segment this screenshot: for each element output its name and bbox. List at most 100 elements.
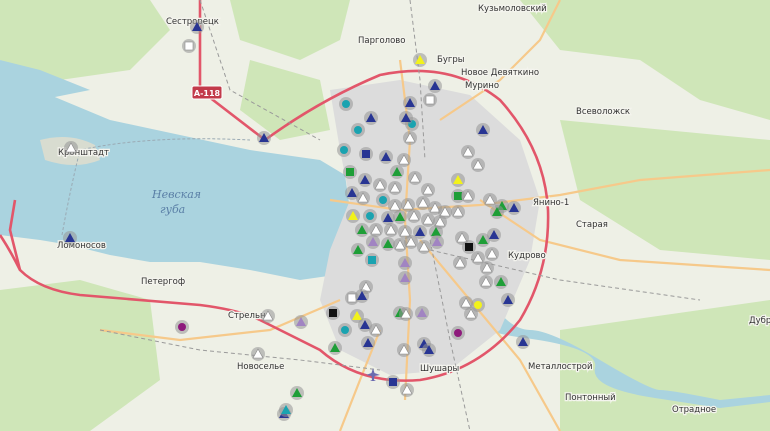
map-marker[interactable] — [403, 131, 417, 145]
map-marker[interactable] — [453, 256, 467, 270]
map-marker[interactable] — [251, 347, 265, 361]
map-marker[interactable] — [461, 189, 475, 203]
map-marker[interactable] — [451, 205, 465, 219]
map-marker[interactable] — [398, 256, 412, 270]
map-marker[interactable] — [462, 240, 476, 254]
map-marker[interactable] — [408, 171, 422, 185]
map-marker[interactable] — [400, 383, 414, 397]
map-marker[interactable] — [294, 315, 308, 329]
map-marker[interactable] — [381, 237, 395, 251]
map-marker[interactable] — [397, 343, 411, 357]
map-marker[interactable] — [257, 131, 271, 145]
map-marker[interactable] — [64, 141, 78, 155]
map-marker[interactable] — [175, 320, 189, 334]
map-marker[interactable] — [476, 123, 490, 137]
map-marker[interactable] — [373, 178, 387, 192]
map-marker[interactable] — [494, 275, 508, 289]
map-marker[interactable] — [386, 375, 400, 389]
map-marker[interactable] — [388, 181, 402, 195]
map-marker[interactable] — [261, 309, 275, 323]
map-marker[interactable] — [279, 403, 293, 417]
label-yanino: Янино-1 — [533, 198, 569, 208]
label-nevskaya-guba-2: губа — [160, 203, 185, 216]
label-kudrovo: Кудрово — [508, 251, 546, 261]
label-murino: Мурино — [465, 81, 499, 91]
map-marker[interactable] — [356, 191, 370, 205]
map-marker[interactable] — [355, 289, 369, 303]
map-marker[interactable] — [63, 231, 77, 245]
label-pontonny: Понтонный — [565, 393, 616, 403]
map-marker[interactable] — [423, 93, 437, 107]
map-marker[interactable] — [338, 323, 352, 337]
map-marker[interactable] — [182, 39, 196, 53]
map-marker[interactable] — [399, 111, 413, 125]
map-marker[interactable] — [461, 145, 475, 159]
map-marker[interactable] — [346, 209, 360, 223]
map-marker[interactable] — [471, 158, 485, 172]
map-marker[interactable] — [326, 306, 340, 320]
map-marker[interactable] — [490, 205, 504, 219]
map-marker[interactable] — [464, 307, 478, 321]
map-marker[interactable] — [337, 143, 351, 157]
basemap: А-118 Сестрорецк Парголово Кузьмоловский… — [0, 0, 770, 431]
map-marker[interactable] — [381, 211, 395, 225]
label-vsevolozhsk: Всеволожск — [576, 107, 630, 117]
map-marker[interactable] — [351, 243, 365, 257]
road-shield-a118: А-118 — [191, 85, 223, 100]
map-marker[interactable] — [339, 97, 353, 111]
road-shield-label: А-118 — [194, 89, 221, 98]
map-marker[interactable] — [397, 153, 411, 167]
map-marker[interactable] — [190, 20, 204, 34]
map-marker[interactable] — [366, 235, 380, 249]
map-marker[interactable] — [399, 307, 413, 321]
map-marker[interactable] — [365, 253, 379, 267]
map-marker[interactable] — [421, 213, 435, 227]
map-marker[interactable] — [343, 165, 357, 179]
map-marker[interactable] — [415, 306, 429, 320]
map-marker[interactable] — [451, 326, 465, 340]
label-metallostroy: Металлострой — [528, 362, 593, 372]
map-marker[interactable] — [413, 53, 427, 67]
map-marker[interactable] — [384, 223, 398, 237]
map-marker[interactable] — [364, 111, 378, 125]
map-marker[interactable] — [328, 341, 342, 355]
label-novoselye: Новоселье — [237, 362, 284, 372]
map-marker[interactable] — [369, 223, 383, 237]
map-marker[interactable] — [398, 271, 412, 285]
map-marker[interactable] — [359, 147, 373, 161]
label-kuzmolovsky: Кузьмоловский — [478, 4, 547, 14]
map-marker[interactable] — [416, 196, 430, 210]
map-marker[interactable] — [376, 193, 390, 207]
map-marker[interactable] — [290, 386, 304, 400]
label-otradnoe: Отрадное — [672, 405, 716, 415]
map-marker[interactable] — [483, 193, 497, 207]
map-marker[interactable] — [430, 235, 444, 249]
map-marker[interactable] — [404, 235, 418, 249]
map-marker[interactable] — [516, 335, 530, 349]
map-marker[interactable] — [379, 150, 393, 164]
map-marker[interactable] — [403, 96, 417, 110]
map-marker[interactable] — [417, 240, 431, 254]
map-marker[interactable] — [393, 210, 407, 224]
label-shushary: Шушары — [420, 364, 459, 374]
map-marker[interactable] — [487, 228, 501, 242]
map-marker[interactable] — [422, 343, 436, 357]
map-marker[interactable] — [485, 247, 499, 261]
map-marker[interactable] — [480, 261, 494, 275]
map-view[interactable]: А-118 Сестрорецк Парголово Кузьмоловский… — [0, 0, 770, 431]
map-marker[interactable] — [451, 173, 465, 187]
map-marker[interactable] — [421, 183, 435, 197]
map-marker[interactable] — [361, 336, 375, 350]
map-marker[interactable] — [358, 173, 372, 187]
map-marker[interactable] — [351, 123, 365, 137]
map-marker[interactable] — [363, 209, 377, 223]
map-marker[interactable] — [501, 293, 515, 307]
label-staraya: Старая — [576, 220, 608, 230]
map-marker[interactable] — [390, 165, 404, 179]
map-marker[interactable] — [507, 201, 521, 215]
map-marker[interactable] — [479, 275, 493, 289]
map-marker[interactable] — [355, 223, 369, 237]
map-marker[interactable] — [407, 209, 421, 223]
map-marker[interactable] — [428, 79, 442, 93]
map-marker[interactable] — [369, 323, 383, 337]
